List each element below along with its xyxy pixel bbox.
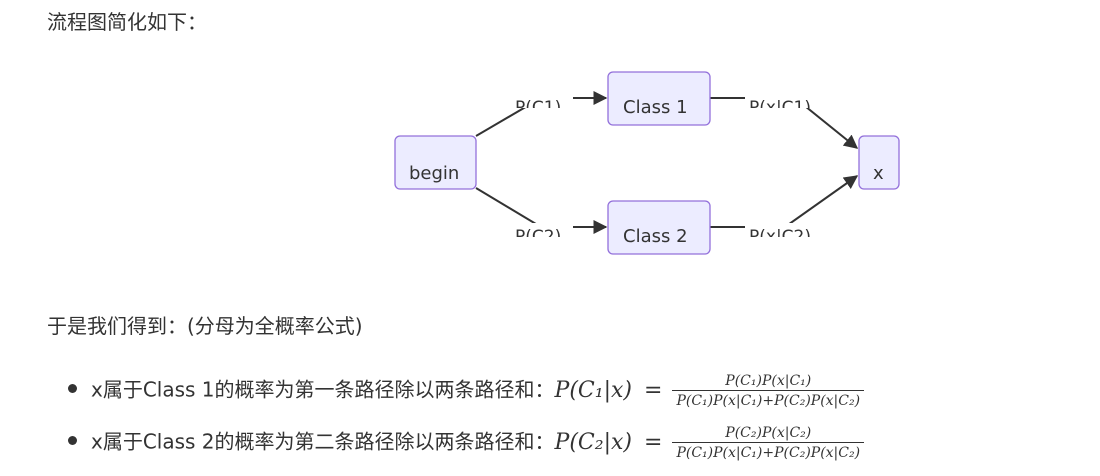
formula-numerator: P(C₁)P(x|C₁) [725, 373, 812, 389]
node-begin: begin [394, 135, 477, 190]
bullet [68, 436, 77, 445]
formula-equals: = [644, 378, 663, 403]
formula-fraction: P(C₂)P(x|C₂) P(C₁)P(x|C₁)+P(C₂)P(x|C₂) [672, 424, 865, 462]
node-class-1-label: Class 1 [623, 97, 688, 118]
list-item-text: x属于Class 2的概率为第二条路径除以两条路径和： [91, 429, 555, 454]
formula-lhs: P(C₂|x) [554, 430, 632, 455]
bullet [68, 384, 77, 393]
edge-label-p-c1: P(C1) [515, 98, 561, 118]
edge-label-p-c2: P(C2) [515, 227, 561, 247]
edge-label-p-x-c1: P(x|C1) [749, 98, 811, 118]
node-class-2-label: Class 2 [623, 226, 688, 247]
formula: P(C₁|x) = P(C₁)P(x|C₁) P(C₁)P(x|C₁)+P(C₂… [555, 372, 865, 410]
formula-equals: = [644, 430, 663, 455]
result-paragraph: 于是我们得到：(分母为全概率公式) [47, 314, 363, 338]
formula-denominator: P(C₁)P(x|C₁)+P(C₂)P(x|C₂) [672, 390, 865, 410]
formula-numerator: P(C₂)P(x|C₂) [725, 425, 812, 441]
node-x: x [858, 135, 900, 190]
edge-class2-x [710, 175, 859, 228]
node-class-2: Class 2 [607, 200, 711, 255]
list-item-content: x属于Class 2的概率为第二条路径除以两条路径和： P(C₂|x) = P(… [91, 424, 865, 462]
node-class-1: Class 1 [607, 71, 711, 126]
edge-begin-class2 [475, 187, 608, 234]
formula: P(C₂|x) = P(C₂)P(x|C₂) P(C₁)P(x|C₁)+P(C₂… [555, 424, 865, 462]
edge-label-p-x-c2: P(x|C2) [749, 227, 811, 247]
formula-denominator: P(C₁)P(x|C₁)+P(C₂)P(x|C₂) [672, 442, 865, 462]
flowchart: P(C1) P(C2) P(x|C1) P(x|C2) begin Class … [394, 71, 900, 255]
node-begin-label: begin [409, 163, 459, 184]
node-x-label: x [873, 163, 884, 184]
list-item-text: x属于Class 1的概率为第一条路径除以两条路径和： [91, 377, 555, 402]
list-item-content: x属于Class 1的概率为第一条路径除以两条路径和： P(C₁|x) = P(… [91, 372, 865, 410]
formula-lhs: P(C₁|x) [554, 378, 632, 403]
formula-fraction: P(C₁)P(x|C₁) P(C₁)P(x|C₁)+P(C₂)P(x|C₂) [672, 372, 865, 410]
